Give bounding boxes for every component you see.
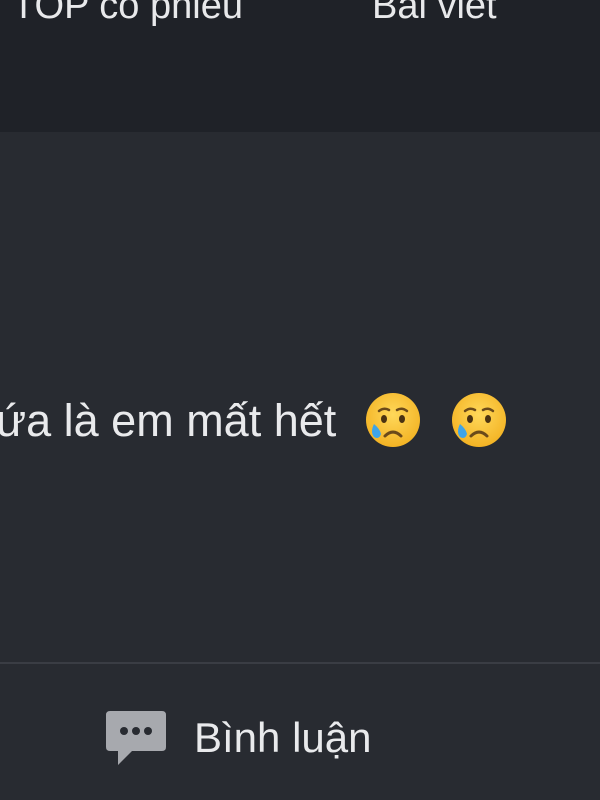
top-tab-bar: TOP cổ phiếu Bài viết	[0, 0, 600, 132]
post-action-bar: Bình luận	[0, 664, 600, 800]
tab-top-stocks[interactable]: TOP cổ phiếu	[12, 0, 243, 32]
post-body: ứa là em mất hết	[0, 390, 509, 451]
post-body-text: ứa là em mất hết	[0, 395, 337, 446]
tab-posts[interactable]: Bài viết	[372, 0, 497, 32]
sad-but-relieved-face-icon	[363, 390, 423, 450]
sad-but-relieved-face-icon	[449, 390, 509, 450]
comment-button[interactable]: Bình luận	[104, 708, 371, 768]
post-detail-page: TOP cổ phiếu Bài viết ứa là em mất hết B…	[0, 0, 600, 800]
post-content: ứa là em mất hết	[0, 132, 600, 663]
comment-button-label: Bình luận	[194, 714, 372, 761]
comment-bubble-icon	[104, 707, 168, 769]
